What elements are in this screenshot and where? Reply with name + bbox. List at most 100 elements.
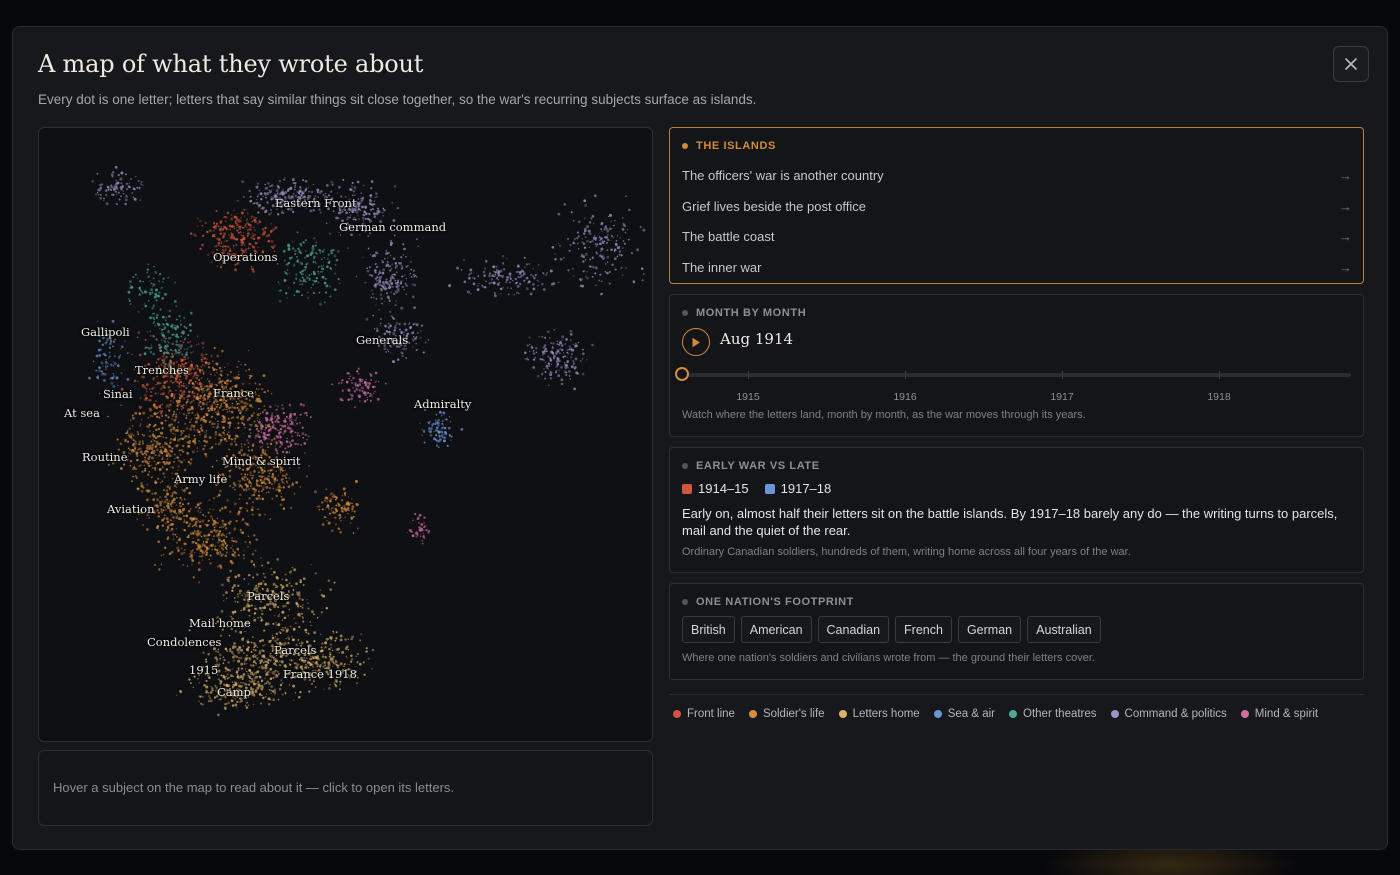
letter-dot (240, 211, 244, 215)
letter-dot (95, 193, 97, 196)
letter-dot (104, 189, 108, 192)
letter-dot (381, 302, 383, 305)
letter-dot (159, 442, 161, 445)
letter-dot (232, 675, 235, 678)
letter-map[interactable]: Eastern Front German command Operations … (38, 127, 653, 742)
letter-dot (132, 416, 135, 420)
letter-dot (395, 300, 398, 302)
letter-dot (189, 553, 191, 555)
letter-dot (223, 381, 227, 385)
letter-dot (173, 438, 177, 441)
letter-dot (532, 287, 536, 291)
letter-dot (351, 185, 353, 188)
letter-dot (225, 703, 228, 705)
letter-dot (199, 553, 201, 555)
letter-dot (243, 215, 246, 217)
letter-dot (219, 404, 223, 408)
letter-dot (413, 283, 416, 287)
letter-dot (289, 187, 293, 190)
letter-dot (572, 220, 575, 222)
letter-dot (207, 653, 210, 656)
letter-dot (172, 333, 175, 336)
letter-dot (557, 359, 561, 363)
letter-dot (392, 317, 396, 321)
letter-dot (256, 419, 259, 422)
letter-dot (193, 434, 196, 437)
letter-dot (187, 413, 189, 415)
letter-dot (252, 576, 255, 579)
letter-dot (136, 336, 139, 339)
letter-dot (171, 423, 174, 426)
letter-dot (213, 696, 217, 699)
letter-dot (205, 679, 208, 682)
letter-dot (103, 197, 105, 200)
letter-dot (304, 250, 307, 252)
letter-dot (254, 549, 257, 552)
letter-dot (620, 266, 623, 269)
letter-dot (258, 383, 261, 386)
letter-dot (325, 291, 328, 294)
letter-dot (299, 486, 301, 488)
letter-dot (300, 252, 302, 254)
letter-dot (178, 378, 181, 381)
letter-dot (625, 267, 627, 269)
letter-dot (385, 265, 388, 268)
letter-dot (362, 213, 366, 217)
letter-dot (175, 444, 178, 448)
letter-dot (153, 564, 156, 567)
letter-dot (549, 357, 552, 360)
letter-dot (126, 431, 129, 435)
letter-dot (126, 378, 130, 381)
letter-dot (350, 637, 353, 641)
letter-dot (372, 296, 375, 299)
letter-dot (199, 247, 202, 250)
letter-dot (268, 486, 271, 490)
letter-dot (380, 275, 382, 278)
letter-dot (161, 480, 164, 483)
letter-dot (164, 341, 167, 344)
letter-dot (201, 224, 204, 227)
letter-dot (314, 686, 317, 688)
letter-dot (405, 357, 408, 360)
letter-dot (190, 345, 193, 348)
letter-dot (284, 190, 288, 194)
letter-dot (302, 620, 305, 623)
letter-dot (323, 661, 326, 664)
letter-dot (348, 509, 350, 512)
letter-dot (384, 300, 386, 302)
letter-dot (253, 216, 255, 219)
letter-dot (204, 221, 207, 225)
letter-dot (167, 416, 170, 419)
letter-dot (326, 257, 329, 260)
letter-dot (283, 278, 287, 282)
letter-dot (572, 362, 575, 365)
letter-dot (601, 292, 604, 295)
letter-dot (350, 654, 353, 658)
letter-dot (281, 480, 284, 484)
letter-dot (183, 542, 186, 546)
letter-dot (245, 402, 249, 406)
letter-dot (115, 179, 117, 181)
letter-dot (243, 550, 245, 552)
letter-dot (591, 214, 595, 218)
letter-dot (320, 611, 323, 614)
letter-dot (338, 211, 341, 215)
letter-dot (337, 277, 340, 281)
close-button[interactable] (1333, 46, 1369, 82)
letter-dot (221, 400, 224, 403)
letter-dot (254, 391, 257, 393)
letter-dot (171, 355, 174, 359)
letter-dot (231, 416, 235, 419)
letter-dot (177, 399, 181, 403)
letter-dot (222, 431, 225, 435)
letter-dot (281, 407, 285, 410)
letter-dot (304, 280, 307, 283)
letter-dot (316, 191, 319, 194)
letter-dot (238, 645, 242, 649)
letter-dot (324, 499, 326, 502)
letter-dot (196, 544, 200, 548)
letter-dot (348, 377, 351, 380)
letter-dot (386, 257, 389, 259)
letter-dot (183, 348, 186, 351)
letter-dot (577, 220, 581, 224)
